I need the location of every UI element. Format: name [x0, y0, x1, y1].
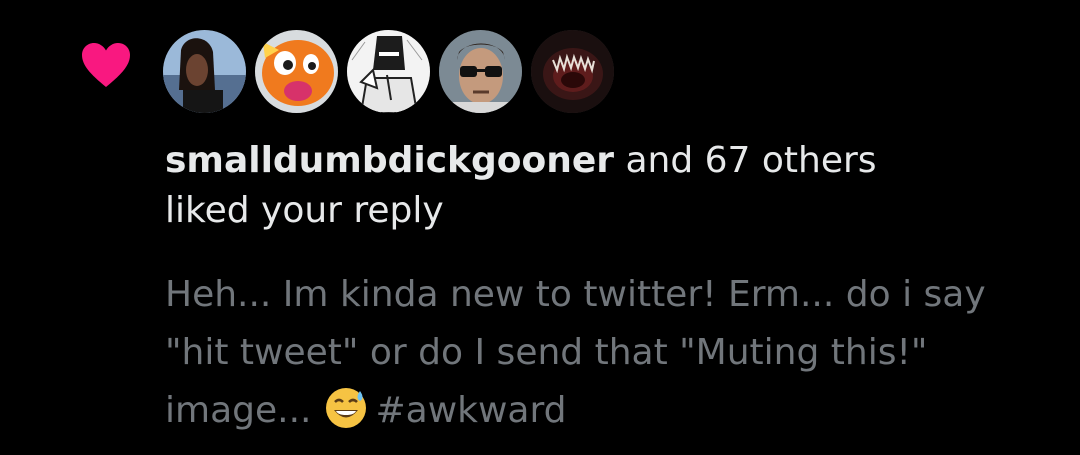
- others-count[interactable]: and 67 others: [614, 140, 876, 181]
- avatar-row: [163, 30, 614, 116]
- reply-text: Heh... Im kinda new to twitter! Erm... d…: [165, 274, 986, 431]
- like-notification[interactable]: smalldumbdickgooner and 67 others liked y…: [0, 0, 1080, 455]
- avatar[interactable]: [439, 30, 522, 113]
- avatar[interactable]: [255, 30, 338, 113]
- notification-text: smalldumbdickgooner and 67 others liked y…: [165, 136, 1045, 236]
- grinning-sweat-emoji: [326, 388, 367, 428]
- avatar[interactable]: [163, 30, 246, 113]
- avatar[interactable]: [531, 30, 614, 113]
- action-text: liked your reply: [165, 190, 444, 231]
- hashtag-link[interactable]: #awkward: [375, 390, 566, 431]
- username-link[interactable]: smalldumbdickgooner: [165, 140, 614, 181]
- reply-preview[interactable]: Heh... Im kinda new to twitter! Erm... d…: [165, 266, 1045, 440]
- avatar[interactable]: [347, 30, 430, 113]
- heart-icon: [82, 43, 130, 87]
